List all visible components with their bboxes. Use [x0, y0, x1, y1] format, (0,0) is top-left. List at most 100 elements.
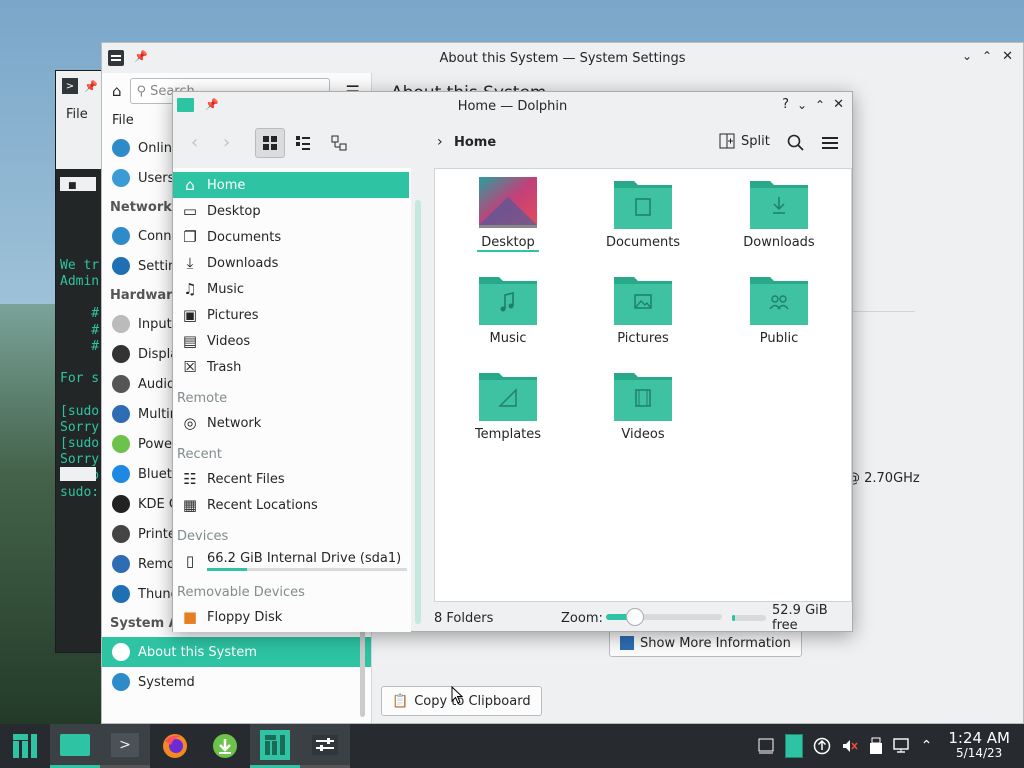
- clock[interactable]: 1:24 AM 5/14/23: [948, 731, 1010, 761]
- pin-icon[interactable]: 📌: [84, 80, 98, 93]
- places-item[interactable]: ◎ Network: [173, 410, 411, 436]
- places-item[interactable]: ▤ Videos: [173, 328, 411, 354]
- chevron-up-icon[interactable]: ⌃: [921, 738, 933, 754]
- places-heading: Removable Devices: [177, 585, 305, 600]
- update-icon[interactable]: [813, 737, 831, 755]
- places-item-label: Desktop: [207, 203, 261, 219]
- sidebar-item-icon: [112, 673, 130, 691]
- application-launcher[interactable]: [0, 724, 50, 768]
- firefox-icon: [163, 734, 187, 758]
- sidebar-item-icon: [112, 585, 130, 603]
- show-more-label: Show More Information: [640, 635, 791, 651]
- sidebar-item-label: About this System: [138, 644, 257, 660]
- download-icon: [213, 734, 237, 758]
- sidebar-item[interactable]: About this System: [102, 637, 371, 667]
- places-item[interactable]: ☷ Recent Files: [173, 466, 411, 492]
- videos-folder-icon: [614, 373, 672, 421]
- file-view[interactable]: Desktop Documents Downloads Music Pictures Pu…: [434, 168, 852, 602]
- file-item-icon: [479, 369, 537, 421]
- cpu-speed-text: @ 2.70GHz: [847, 471, 920, 486]
- terminal-tab-marker-2: [60, 467, 96, 481]
- close-icon[interactable]: ✕: [1002, 49, 1013, 64]
- public-folder-icon: [750, 277, 808, 325]
- pager-icon[interactable]: [784, 734, 803, 758]
- file-item[interactable]: Videos: [578, 369, 708, 442]
- zoom-slider[interactable]: [606, 608, 722, 626]
- places-item-label: Recent Files: [207, 471, 285, 487]
- file-item[interactable]: Documents: [578, 177, 708, 250]
- desktop-icon: ▭: [182, 202, 198, 220]
- help-icon[interactable]: ?: [782, 97, 789, 112]
- close-icon[interactable]: ✕: [833, 97, 844, 112]
- sidebar-item-icon: [112, 555, 130, 573]
- system-settings-titlebar[interactable]: 📌 About this System — System Settings ⌄ …: [102, 43, 1023, 73]
- places-item[interactable]: ▭ Desktop: [173, 198, 411, 224]
- zoom-slider-handle[interactable]: [626, 608, 644, 626]
- task-system-settings[interactable]: [250, 724, 300, 768]
- templates-folder-icon: [479, 373, 537, 421]
- terminal-menu-file[interactable]: File: [66, 107, 88, 122]
- places-item[interactable]: ☒ Trash: [173, 354, 411, 380]
- details-view-icon[interactable]: [331, 135, 347, 151]
- hamburger-menu-icon[interactable]: [821, 135, 839, 151]
- chevron-up-icon[interactable]: ⌃: [982, 49, 992, 64]
- file-item-icon: [479, 177, 537, 229]
- places-scrollbar[interactable]: [415, 200, 421, 624]
- usb-storage-icon[interactable]: [869, 737, 883, 755]
- task-terminal[interactable]: >: [100, 724, 150, 768]
- recent-locations-icon: ▦: [182, 496, 198, 514]
- task-dolphin[interactable]: [50, 724, 100, 768]
- task-software-update[interactable]: [200, 724, 250, 768]
- home-icon[interactable]: ⌂: [112, 82, 122, 100]
- network-icon: ◎: [183, 414, 197, 432]
- downloads-folder-icon: [750, 181, 808, 229]
- file-item[interactable]: Templates: [443, 369, 573, 442]
- file-item-icon: [614, 273, 672, 325]
- show-more-information-button[interactable]: Show More Information: [609, 629, 802, 657]
- sidebar-item-icon: [112, 139, 130, 157]
- sidebar-item[interactable]: Systemd: [102, 667, 371, 697]
- task-firefox[interactable]: [150, 724, 200, 768]
- task-settings-panel[interactable]: [300, 724, 350, 768]
- file-item[interactable]: Music: [443, 273, 573, 346]
- chevron-up-icon[interactable]: ⌃: [815, 98, 825, 112]
- file-item-label: Videos: [621, 427, 665, 442]
- places-item-label: Trash: [207, 359, 242, 375]
- forward-icon[interactable]: ›: [223, 132, 230, 153]
- icons-view-button[interactable]: [255, 128, 285, 158]
- settings-sidebar-file: File: [112, 113, 134, 128]
- file-item[interactable]: Public: [714, 273, 844, 346]
- places-item[interactable]: ■ Floppy Disk: [173, 604, 411, 630]
- show-desktop-icon[interactable]: [757, 737, 775, 755]
- audio-muted-icon[interactable]: [841, 737, 859, 755]
- places-item[interactable]: ❐ Documents: [173, 224, 411, 250]
- places-item[interactable]: ▦ Recent Locations: [173, 492, 411, 518]
- places-item[interactable]: ▣ Pictures: [173, 302, 411, 328]
- places-item[interactable]: ⤓ Downloads: [173, 250, 411, 276]
- file-item-label: Desktop: [477, 235, 539, 252]
- breadcrumb[interactable]: Home: [454, 135, 496, 150]
- chevron-down-icon[interactable]: ⌄: [797, 98, 807, 112]
- search-icon[interactable]: [787, 134, 805, 152]
- free-space-bar: [732, 615, 766, 621]
- dolphin-titlebar[interactable]: 📌 Home — Dolphin ? ⌄ ⌃ ✕: [173, 92, 852, 120]
- places-item[interactable]: ⌂ Home: [173, 172, 409, 198]
- places-item[interactable]: ▯ 66.2 GiB Internal Drive (sda1): [173, 548, 411, 574]
- file-item[interactable]: Desktop: [443, 177, 573, 252]
- places-item-label: Floppy Disk: [207, 609, 283, 625]
- back-icon[interactable]: ‹: [191, 132, 198, 153]
- compact-view-icon[interactable]: [295, 135, 311, 151]
- file-item[interactable]: Pictures: [578, 273, 708, 346]
- places-item-label: Documents: [207, 229, 282, 245]
- music-icon: ♫: [183, 280, 197, 298]
- chevron-down-icon[interactable]: ⌄: [962, 49, 972, 64]
- sidebar-item-icon: [112, 257, 130, 275]
- status-bar: 8 Folders Zoom: 52.9 GiB free: [434, 603, 852, 633]
- places-item[interactable]: ♫ Music: [173, 276, 411, 302]
- dolphin-window[interactable]: 📌 Home — Dolphin ? ⌄ ⌃ ✕ ‹ › › Home Spli…: [172, 91, 853, 633]
- split-button[interactable]: Split: [719, 133, 770, 149]
- network-wired-icon[interactable]: [892, 737, 911, 755]
- manjaro-logo-icon: [13, 734, 37, 758]
- dolphin-toolbar: ‹ › › Home Split: [173, 120, 852, 166]
- file-item[interactable]: Downloads: [714, 177, 844, 250]
